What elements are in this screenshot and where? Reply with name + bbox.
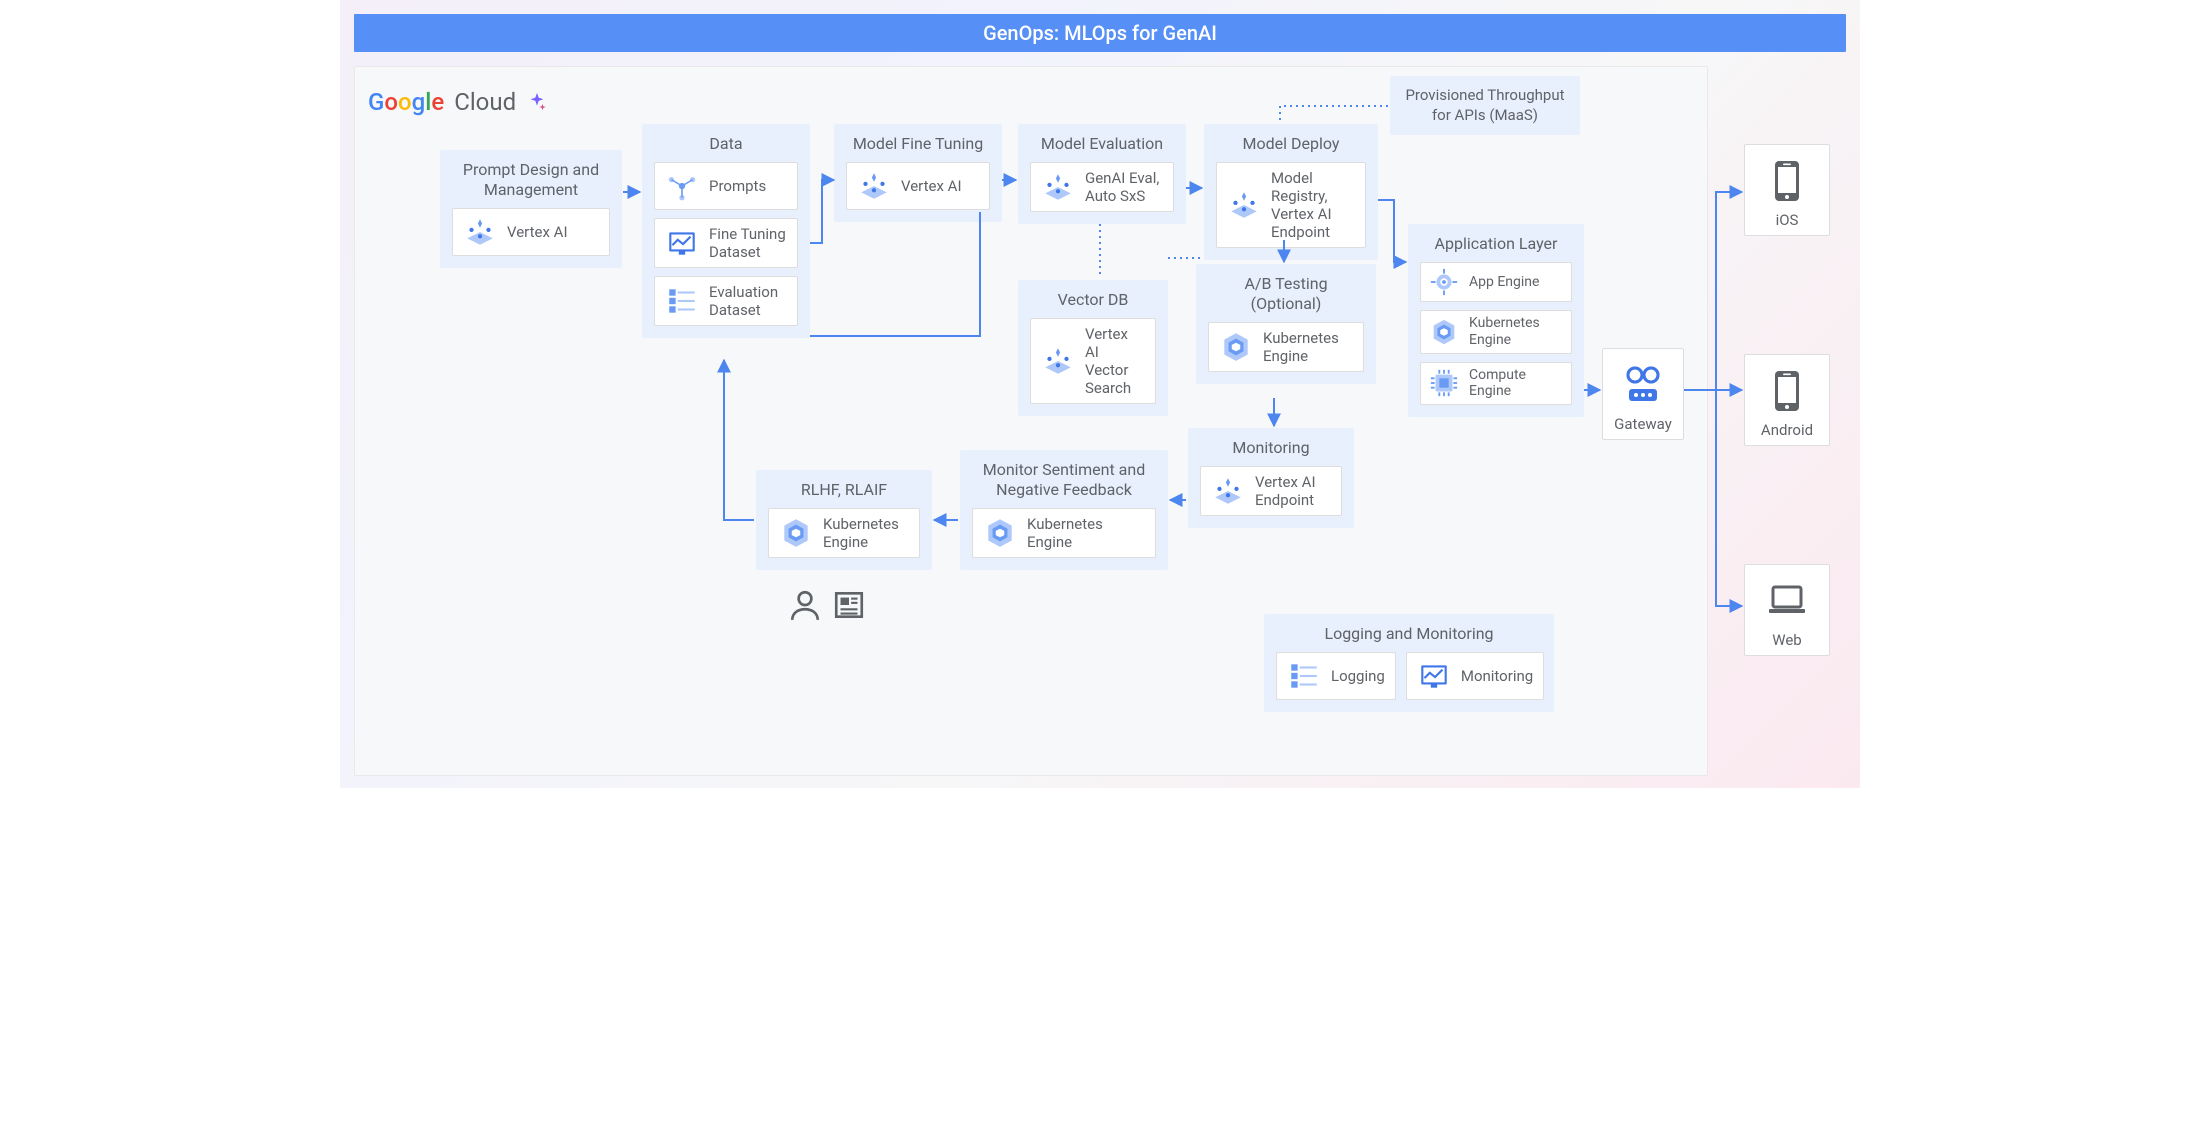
card-label: Gateway: [1609, 415, 1677, 433]
group-title: RLHF, RLAIF: [768, 480, 920, 500]
card-kubernetes-engine: Kubernetes Engine: [1208, 322, 1364, 372]
group-rlhf: RLHF, RLAIF Kubernetes Engine: [756, 470, 932, 570]
group-title: Model Fine Tuning: [846, 134, 990, 154]
group-fine-tuning: Model Fine Tuning Vertex AI: [834, 124, 1002, 222]
vertex-ai-icon: [1227, 188, 1261, 222]
card-compute-engine: Compute Engine: [1420, 362, 1572, 406]
card-evaluation-dataset: Evaluation Dataset: [654, 276, 798, 326]
device-label: Web: [1751, 631, 1823, 649]
card-vertex-endpoint: Vertex AI Endpoint: [1200, 466, 1342, 516]
card-label: Kubernetes Engine: [823, 515, 909, 551]
card-label: Vertex AI: [507, 223, 599, 241]
dataset-icon: [665, 226, 699, 260]
card-fine-tuning-dataset: Fine Tuning Dataset: [654, 218, 798, 268]
google-cloud-logo: Google Cloud: [368, 88, 548, 116]
card-label: Vertex AI Vector Search: [1085, 325, 1145, 397]
card-vertex-ai: Vertex AI: [846, 162, 990, 210]
cloud-wordmark: Cloud: [454, 88, 516, 116]
card-vertex-ai: Vertex AI: [452, 208, 610, 256]
vertex-ai-icon: [1041, 344, 1075, 378]
vertex-ai-icon: [1211, 474, 1245, 508]
kubernetes-icon: [1429, 317, 1459, 347]
google-wordmark: Google: [368, 88, 444, 116]
card-app-engine: App Engine: [1420, 262, 1572, 302]
group-application-layer: Application Layer App Engine Kubernetes …: [1408, 224, 1584, 417]
group-title: A/B Testing (Optional): [1208, 274, 1364, 314]
group-title: Data: [654, 134, 798, 154]
card-label: Vertex AI Endpoint: [1255, 473, 1331, 509]
device-ios: iOS: [1744, 144, 1830, 236]
card-label: Kubernetes Engine: [1469, 315, 1563, 349]
device-android: Android: [1744, 354, 1830, 446]
card-label: Logging: [1331, 667, 1385, 685]
kubernetes-icon: [983, 516, 1017, 550]
device-web: Web: [1744, 564, 1830, 656]
device-label: Android: [1751, 421, 1823, 439]
title-bar: GenOps: MLOps for GenAI: [354, 14, 1846, 52]
group-title: Prompt Design and Management: [452, 160, 610, 200]
laptop-icon: [1763, 577, 1811, 625]
card-label: Vertex AI: [901, 177, 979, 195]
card-kubernetes-engine: Kubernetes Engine: [1420, 310, 1572, 354]
note-line2: for APIs (MaaS): [1404, 106, 1566, 126]
device-label: iOS: [1751, 211, 1823, 229]
card-label: Fine Tuning Dataset: [709, 225, 787, 261]
group-monitor-sentiment: Monitor Sentiment and Negative Feedback …: [960, 450, 1168, 570]
footer-icons: [788, 588, 866, 622]
card-label: GenAI Eval, Auto SxS: [1085, 169, 1163, 205]
card-monitoring: Monitoring: [1406, 652, 1544, 700]
card-label: Prompts: [709, 177, 787, 195]
note-line1: Provisioned Throughput: [1404, 86, 1566, 106]
card-model-registry: Model Registry, Vertex AI Endpoint: [1216, 162, 1366, 248]
vertex-ai-icon: [463, 215, 497, 249]
app-engine-icon: [1429, 267, 1459, 297]
card-prompts: Prompts: [654, 162, 798, 210]
monitoring-icon: [1417, 659, 1451, 693]
group-ab-testing: A/B Testing (Optional) Kubernetes Engine: [1196, 264, 1376, 384]
group-title: Monitoring: [1200, 438, 1342, 458]
group-prompt-design: Prompt Design and Management Vertex AI: [440, 150, 622, 268]
logging-icon: [1287, 659, 1321, 693]
kubernetes-icon: [779, 516, 813, 550]
group-model-evaluation: Model Evaluation GenAI Eval, Auto SxS: [1018, 124, 1186, 224]
card-label: Monitoring: [1461, 667, 1533, 685]
compute-engine-icon: [1429, 368, 1459, 398]
card-label: Compute Engine: [1469, 367, 1563, 401]
phone-icon: [1763, 157, 1811, 205]
group-title: Monitor Sentiment and Negative Feedback: [972, 460, 1156, 500]
group-title: Vector DB: [1030, 290, 1156, 310]
card-label: Model Registry, Vertex AI Endpoint: [1271, 169, 1355, 241]
group-data: Data Prompts Fine Tuning Dataset Evaluat…: [642, 124, 810, 338]
card-logging: Logging: [1276, 652, 1396, 700]
vertex-ai-icon: [1041, 170, 1075, 204]
group-title: Logging and Monitoring: [1276, 624, 1542, 644]
card-gateway: Gateway: [1602, 348, 1684, 440]
sparkle-icon: [526, 91, 548, 113]
user-icon: [788, 588, 822, 622]
group-title: Model Deploy: [1216, 134, 1366, 154]
group-logging-monitoring: Logging and Monitoring Logging Monitorin…: [1264, 614, 1554, 712]
eval-dataset-icon: [665, 284, 699, 318]
card-kubernetes-engine: Kubernetes Engine: [972, 508, 1156, 558]
phone-icon: [1763, 367, 1811, 415]
group-model-deploy: Model Deploy Model Registry, Vertex AI E…: [1204, 124, 1378, 260]
title-text: GenOps: MLOps for GenAI: [983, 21, 1217, 45]
group-monitoring: Monitoring Vertex AI Endpoint: [1188, 428, 1354, 528]
card-vertex-vector-search: Vertex AI Vector Search: [1030, 318, 1156, 404]
card-label: App Engine: [1469, 274, 1563, 291]
group-title: Model Evaluation: [1030, 134, 1174, 154]
vertex-ai-icon: [857, 169, 891, 203]
kubernetes-icon: [1219, 330, 1253, 364]
card-genai-eval: GenAI Eval, Auto SxS: [1030, 162, 1174, 212]
newspaper-icon: [832, 588, 866, 622]
group-title: Application Layer: [1420, 234, 1572, 254]
card-label: Kubernetes Engine: [1027, 515, 1145, 551]
card-kubernetes-engine: Kubernetes Engine: [768, 508, 920, 558]
note-provisioned-throughput: Provisioned Throughput for APIs (MaaS): [1390, 76, 1580, 135]
card-label: Kubernetes Engine: [1263, 329, 1353, 365]
card-label: Evaluation Dataset: [709, 283, 787, 319]
gateway-icon: [1619, 361, 1667, 409]
group-vector-db: Vector DB Vertex AI Vector Search: [1018, 280, 1168, 416]
prompts-icon: [665, 169, 699, 203]
